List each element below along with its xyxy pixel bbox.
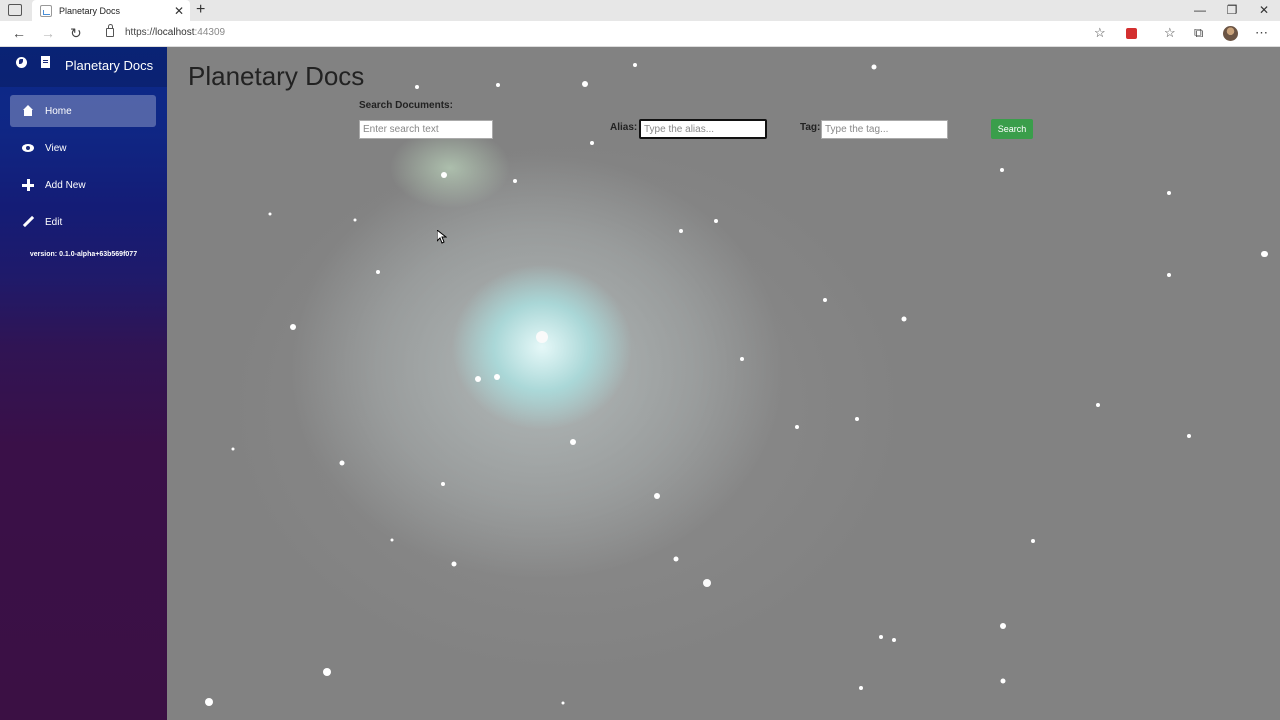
brand-title: Planetary Docs — [65, 58, 154, 73]
sidebar-item-label: Add New — [45, 179, 86, 191]
nebula-background — [205, 63, 1268, 706]
url-host: localhost — [155, 27, 195, 38]
plus-icon — [22, 179, 34, 191]
sidebar-item-home[interactable]: Home — [10, 95, 156, 127]
restore-icon[interactable]: ❐ — [1216, 0, 1248, 21]
sidebar-item-edit[interactable]: Edit — [10, 206, 156, 238]
sidebar-item-view[interactable]: View — [10, 132, 156, 164]
sidebar: Planetary Docs Home View Add New Edit ve… — [0, 47, 167, 720]
url-scheme: https:// — [125, 27, 156, 38]
tag-label: Tag: — [800, 122, 821, 133]
tag-input[interactable] — [821, 120, 948, 139]
forward-icon[interactable]: → — [41, 25, 55, 41]
favorites-icon[interactable]: ☆ — [1164, 26, 1176, 40]
browser-tab-bar: Planetary Docs ✕ + — ❐ ✕ — [0, 0, 1280, 21]
eye-icon — [22, 142, 34, 154]
favorite-add-icon[interactable]: ☆ — [1094, 26, 1106, 40]
window-controls: — ❐ ✕ — [1184, 0, 1280, 21]
new-tab-icon[interactable]: + — [196, 1, 205, 19]
version-label: version: 0.1.0-alpha+63b569f077 — [29, 251, 138, 258]
lock-icon[interactable] — [106, 24, 114, 37]
sidebar-item-label: Home — [45, 105, 72, 117]
page: Planetary Docs Home View Add New Edit ve… — [0, 47, 1280, 720]
main-content: Planetary Docs Search Documents: Alias: … — [167, 47, 1280, 720]
browser-tab[interactable]: Planetary Docs ✕ — [32, 0, 190, 21]
pencil-icon — [22, 216, 34, 228]
more-icon[interactable]: ⋯ — [1255, 26, 1268, 40]
page-favicon-icon — [40, 4, 52, 17]
profile-avatar[interactable] — [1223, 26, 1238, 41]
sidebar-item-add-new[interactable]: Add New — [10, 169, 156, 201]
sidebar-item-label: View — [45, 142, 67, 154]
alias-input[interactable] — [639, 119, 767, 139]
extension-icon[interactable] — [1126, 28, 1137, 39]
close-window-icon[interactable]: ✕ — [1248, 0, 1280, 21]
address-bar: ← → ↻ https://localhost:44309 ☆ ☆ ⧉ ⋯ — [0, 21, 1280, 47]
url-port: :44309 — [194, 27, 226, 38]
search-input[interactable] — [359, 120, 493, 139]
tab-actions-icon[interactable] — [8, 4, 22, 16]
globe-icon — [16, 57, 27, 68]
alias-label: Alias: — [610, 122, 638, 133]
brand-bar[interactable]: Planetary Docs — [0, 47, 167, 87]
page-title: Planetary Docs — [188, 61, 365, 91]
tab-title: Planetary Docs — [59, 5, 121, 16]
minimize-icon[interactable]: — — [1184, 0, 1216, 21]
collections-icon[interactable]: ⧉ — [1194, 26, 1203, 40]
search-button[interactable]: Search — [991, 119, 1033, 139]
refresh-icon[interactable]: ↻ — [70, 25, 82, 41]
back-icon[interactable]: ← — [12, 25, 26, 41]
stars — [205, 63, 1268, 706]
sidebar-nav: Home View Add New Edit — [10, 95, 156, 243]
search-documents-label: Search Documents: — [359, 100, 453, 111]
home-icon — [22, 105, 34, 117]
close-tab-icon[interactable]: ✕ — [174, 5, 184, 17]
document-icon — [41, 56, 50, 68]
url-field[interactable]: https://localhost:44309 — [125, 27, 225, 38]
sidebar-item-label: Edit — [45, 216, 63, 228]
